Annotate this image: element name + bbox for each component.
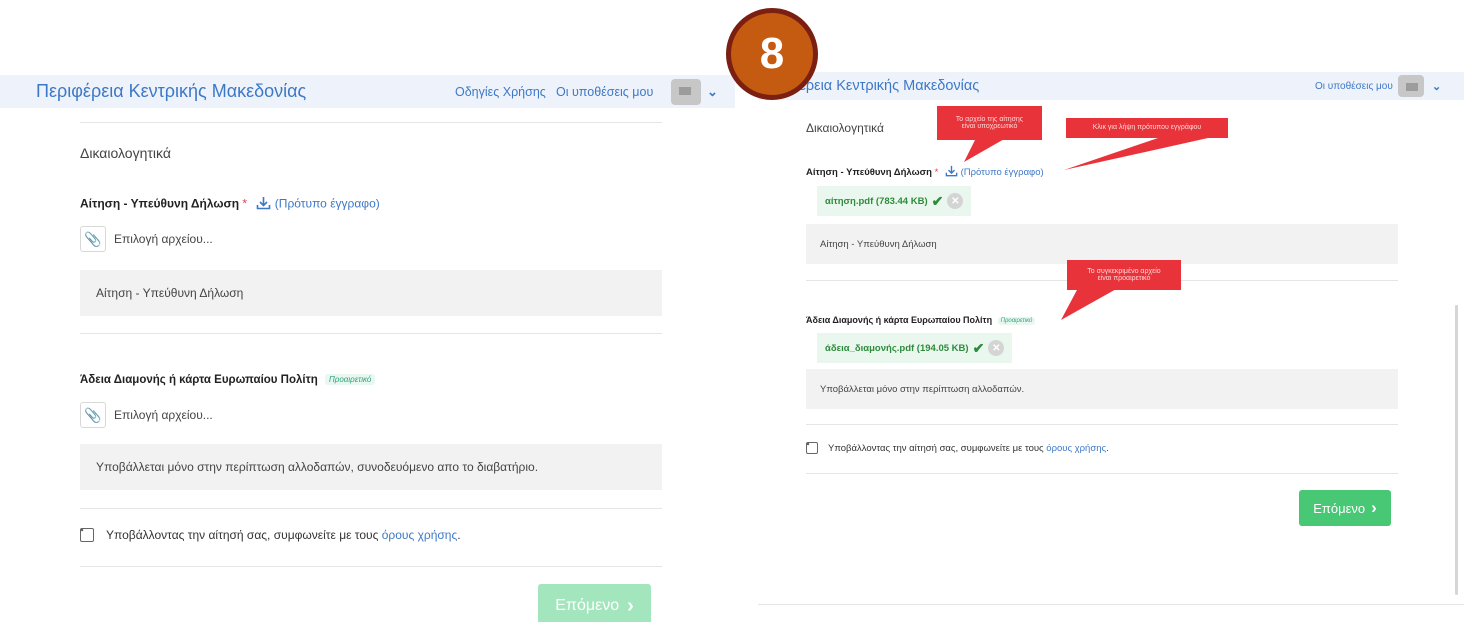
- callout-optional-line1: Το συγκεκριμένο αρχείο: [1087, 267, 1161, 275]
- step-number-badge: 8: [726, 8, 818, 100]
- callout-optional-line2: είναι προαιρετικό: [1097, 275, 1151, 282]
- callout-required-line2: είναι υποχρεωτικό: [961, 123, 1018, 130]
- callout-required-note: Το αρχείο της αίτησης είναι υποχρεωτικό: [937, 106, 1042, 140]
- nav-user-guide[interactable]: Οδηγίες Χρήσης: [455, 85, 546, 99]
- download-icon[interactable]: [256, 196, 271, 213]
- callout-optional-note: Το συγκεκριμένο αρχείο είναι προαιρετικό: [1067, 260, 1181, 290]
- terms-end: .: [457, 528, 461, 542]
- paperclip-icon: 📎: [80, 402, 106, 428]
- nav-my-cases[interactable]: Οι υποθέσεις μου: [556, 85, 653, 99]
- field-residence-label-text: Άδεια Διαμονής ή κάρτα Ευρωπαίου Πολίτη: [80, 374, 318, 386]
- checkbox-icon[interactable]: [80, 528, 94, 542]
- divider: [80, 508, 662, 509]
- terms-agreement: Υποβάλλοντας την αίτησή σας, συμφωνείτε …: [80, 528, 461, 542]
- field-application-label-text: Αίτηση - Υπεύθυνη Δήλωση: [80, 196, 240, 211]
- left-screen: Περιφέρεια Κεντρικής Μακεδονίας Οδηγίες …: [0, 0, 735, 622]
- terms-text: Υποβάλλοντας την αίτησή σας, συμφωνείτε …: [106, 528, 379, 542]
- chevron-down-icon[interactable]: ⌄: [707, 84, 718, 100]
- next-button[interactable]: Επόμενο ›: [538, 584, 651, 622]
- section-title: Δικαιολογητικά: [80, 145, 171, 161]
- choose-file-button[interactable]: 📎 Επιλογή αρχείου...: [80, 226, 213, 252]
- divider: [80, 566, 662, 567]
- field-residence-hint: Υποβάλλεται μόνο στην περίπτωση αλλοδαπώ…: [80, 444, 662, 490]
- template-link[interactable]: (Πρότυπο έγγραφο): [275, 197, 380, 211]
- optional-badge: Προαιρετικό: [324, 374, 376, 386]
- divider: [80, 333, 662, 334]
- required-mark: *: [242, 196, 248, 211]
- callout-template-line1: Κλικ για λήψη πρότυπου εγγράφου: [1092, 124, 1202, 132]
- callout-template-note: Κλικ για λήψη πρότυπου εγγράφου: [1066, 118, 1228, 138]
- chevron-right-icon: ›: [627, 594, 634, 617]
- top-navbar: Περιφέρεια Κεντρικής Μακεδονίας Οδηγίες …: [0, 75, 735, 108]
- paperclip-icon: 📎: [80, 226, 106, 252]
- field-application-label: Αίτηση - Υπεύθυνη Δήλωση * (Πρότυπο έγγρ…: [80, 196, 380, 213]
- divider: [80, 122, 662, 123]
- avatar[interactable]: [671, 78, 701, 105]
- terms-link[interactable]: όρους χρήσης: [382, 528, 458, 542]
- field-residence-label: Άδεια Διαμονής ή κάρτα Ευρωπαίου Πολίτη …: [80, 374, 376, 386]
- field-application-hint: Αίτηση - Υπεύθυνη Δήλωση: [80, 270, 662, 316]
- choose-file-button[interactable]: 📎 Επιλογή αρχείου...: [80, 402, 213, 428]
- right-screen: φέρεια Κεντρικής Μακεδονίας Οι υποθέσεις…: [758, 0, 1464, 622]
- site-title[interactable]: Περιφέρεια Κεντρικής Μακεδονίας: [36, 81, 306, 102]
- choose-file-label: Επιλογή αρχείου...: [114, 232, 213, 246]
- next-button-label: Επόμενο: [555, 597, 620, 614]
- callout-required-pointer: [964, 138, 1208, 320]
- callout-required-line1: Το αρχείο της αίτησης: [955, 115, 1024, 123]
- choose-file-label: Επιλογή αρχείου...: [114, 408, 213, 422]
